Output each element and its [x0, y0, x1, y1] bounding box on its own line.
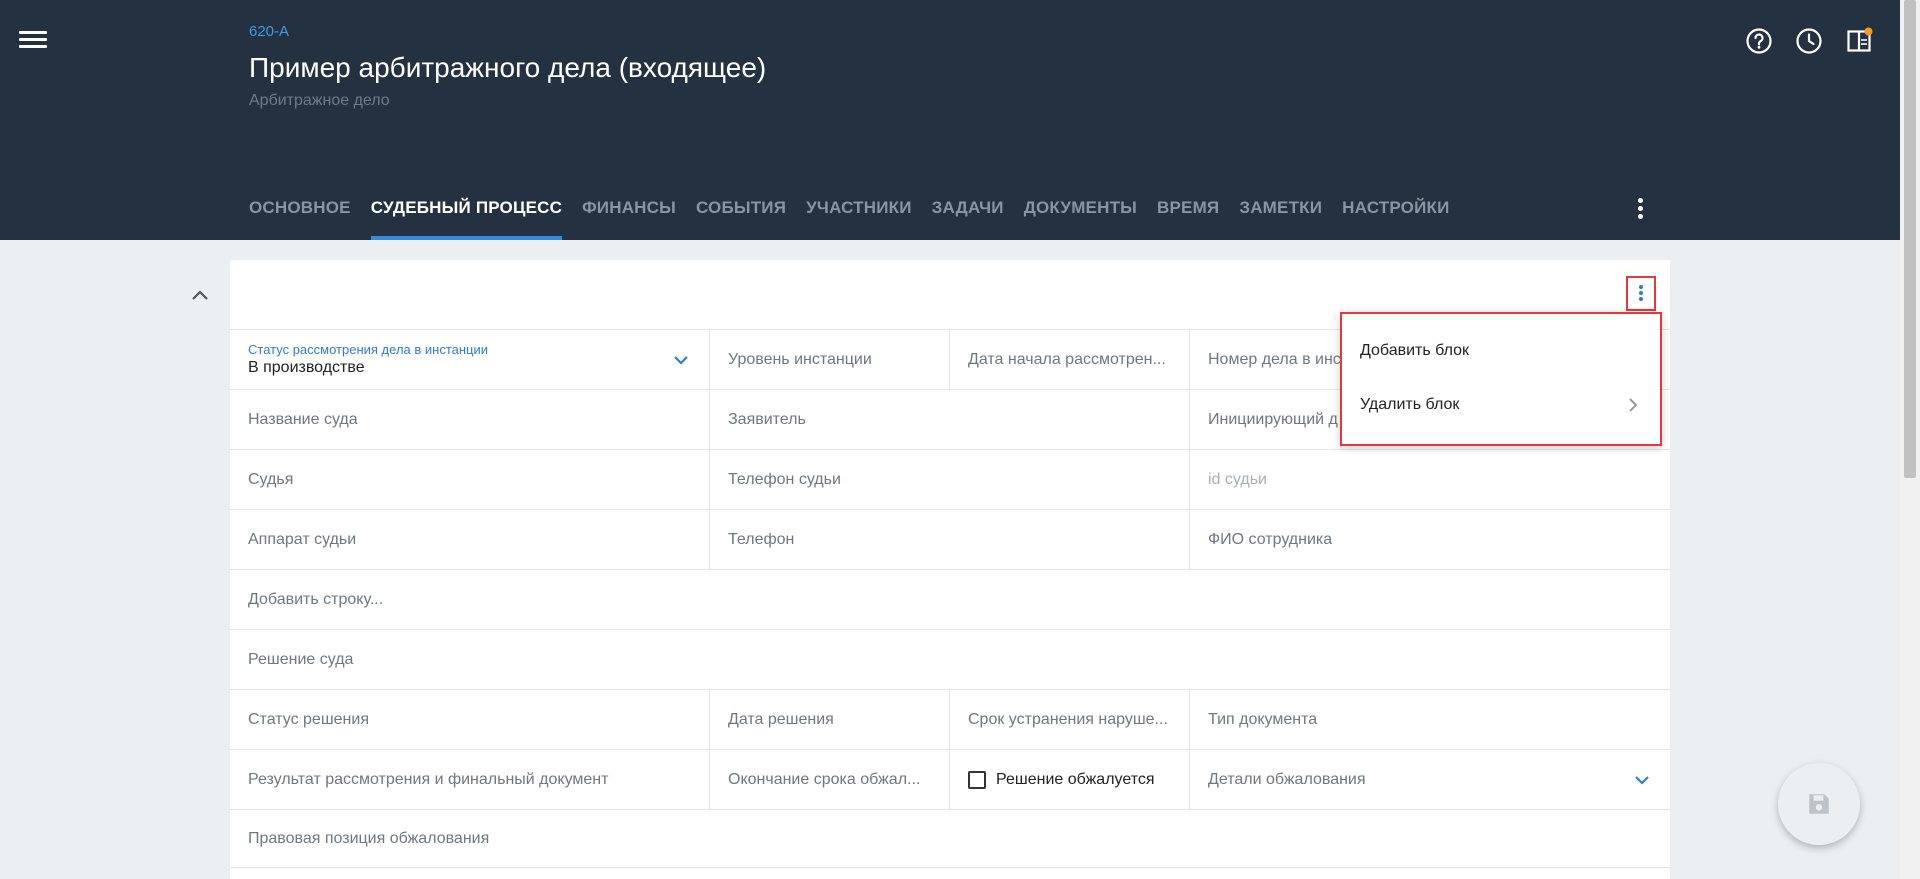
block-actions-menu: Добавить блок Удалить блок	[1340, 312, 1662, 446]
appeal-details-select[interactable]: Детали обжалования	[1190, 750, 1670, 809]
tab-time[interactable]: ВРЕМЯ	[1157, 186, 1219, 240]
document-type-field[interactable]: Тип документа	[1190, 690, 1670, 749]
status-select-label: Статус рассмотрения дела в инстанции	[248, 342, 489, 357]
form-row: Результат рассмотрения и финальный докум…	[230, 750, 1670, 810]
instance-level-field[interactable]: Уровень инстанции	[710, 330, 950, 389]
status-select-value: В производстве	[248, 359, 365, 376]
history-icon[interactable]	[1795, 27, 1823, 55]
chevron-down-icon	[674, 355, 688, 365]
chevron-down-icon	[1635, 775, 1649, 785]
case-code[interactable]: 620-А	[249, 23, 289, 40]
tab-participants[interactable]: УЧАСТНИКИ	[806, 186, 912, 240]
form-row: Статус решения Дата решения Срок устране…	[230, 690, 1670, 750]
court-name-field[interactable]: Название суда	[230, 390, 710, 449]
menu-item-label: Добавить блок	[1360, 342, 1470, 359]
phone-field[interactable]: Телефон	[710, 510, 1190, 569]
collapse-icon[interactable]	[188, 286, 212, 304]
tab-settings[interactable]: НАСТРОЙКИ	[1342, 186, 1449, 240]
judge-id-field[interactable]: id судьи	[1190, 450, 1670, 509]
page-title: Пример арбитражного дела (входящее)	[249, 52, 767, 83]
tab-finance[interactable]: ФИНАНСЫ	[582, 186, 676, 240]
chevron-right-icon	[1629, 398, 1638, 412]
menu-item-label: Удалить блок	[1360, 396, 1460, 413]
court-decision-field[interactable]: Решение суда	[230, 630, 1670, 689]
tab-notes[interactable]: ЗАМЕТКИ	[1239, 186, 1322, 240]
save-button[interactable]	[1778, 763, 1860, 845]
tabs-more-icon[interactable]	[1630, 196, 1650, 224]
page-subtitle: Арбитражное дело	[249, 92, 390, 109]
form-row: Судья Телефон судьи id судьи	[230, 450, 1670, 510]
appealed-checkbox[interactable]	[968, 770, 986, 789]
tab-bar: ОСНОВНОЕ СУДЕБНЫЙ ПРОЦЕСС ФИНАНСЫ СОБЫТИ…	[249, 186, 1470, 240]
tab-court-process[interactable]: СУДЕБНЫЙ ПРОЦЕСС	[370, 186, 563, 240]
form-row: Правовая позиция обжалования	[230, 810, 1670, 868]
judge-field[interactable]: Судья	[230, 450, 710, 509]
start-date-field[interactable]: Дата начала рассмотрен...	[950, 330, 1190, 389]
status-select[interactable]: Статус рассмотрения дела в инстанции В п…	[230, 330, 710, 389]
add-row-field[interactable]: Добавить строку...	[230, 570, 1670, 629]
decision-date-field[interactable]: Дата решения	[710, 690, 950, 749]
form-row: Добавить строку...	[230, 570, 1670, 630]
app-header: 620-А Пример арбитражного дела (входящее…	[0, 0, 1900, 240]
decision-status-field[interactable]: Статус решения	[230, 690, 710, 749]
applicant-field[interactable]: Заявитель	[710, 390, 1190, 449]
card-more-icon[interactable]	[1626, 276, 1656, 311]
tab-main[interactable]: ОСНОВНОЕ	[249, 186, 351, 240]
tab-events[interactable]: СОБЫТИЯ	[696, 186, 786, 240]
help-icon[interactable]	[1745, 27, 1773, 55]
judge-staff-field[interactable]: Аппарат судьи	[230, 510, 710, 569]
appeal-end-field[interactable]: Окончание срока обжал...	[710, 750, 950, 809]
judge-phone-field[interactable]: Телефон судьи	[710, 450, 1190, 509]
violation-deadline-field[interactable]: Срок устранения наруше...	[950, 690, 1190, 749]
appeal-details-label: Детали обжалования	[1208, 770, 1366, 788]
scrollbar[interactable]	[1900, 0, 1920, 879]
panel-icon[interactable]	[1845, 27, 1873, 55]
appealed-checkbox-cell[interactable]: Решение обжалуется	[950, 750, 1190, 809]
appealed-checkbox-label: Решение обжалуется	[996, 770, 1155, 788]
menu-item-add-block[interactable]: Добавить блок	[1342, 324, 1660, 378]
form-row: Решение суда	[230, 630, 1670, 690]
result-field[interactable]: Результат рассмотрения и финальный докум…	[230, 750, 710, 809]
scrollbar-thumb[interactable]	[1904, 0, 1916, 478]
tab-documents[interactable]: ДОКУМЕНТЫ	[1024, 186, 1137, 240]
menu-icon[interactable]	[19, 28, 47, 52]
menu-item-delete-block[interactable]: Удалить блок	[1342, 378, 1660, 432]
employee-name-field[interactable]: ФИО сотрудника	[1190, 510, 1670, 569]
save-icon	[1809, 794, 1829, 814]
tab-tasks[interactable]: ЗАДАЧИ	[932, 186, 1004, 240]
appeal-position-field[interactable]: Правовая позиция обжалования	[230, 810, 1670, 867]
form-row: Аппарат судьи Телефон ФИО сотрудника	[230, 510, 1670, 570]
